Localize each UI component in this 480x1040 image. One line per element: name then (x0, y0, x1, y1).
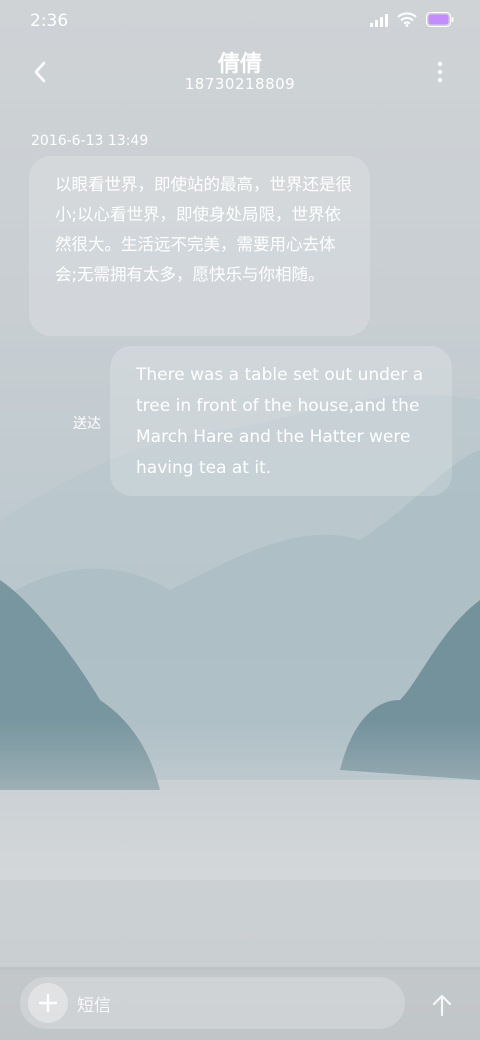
contact-phone: 18730218809 (184, 75, 296, 93)
contact-name: 倩倩 (217, 52, 262, 77)
status-time: 2:36 (30, 11, 69, 31)
signal-icon (370, 13, 388, 27)
status-icons (370, 12, 454, 27)
battery-icon (426, 12, 454, 27)
wifi-icon (397, 12, 417, 27)
message-input-container[interactable]: 短信 (20, 977, 405, 1029)
outgoing-message-bubble[interactable]: There was a table set out under a tree i… (110, 346, 452, 496)
message-timestamp: 2016-6-13 13:49 (31, 133, 149, 149)
outgoing-message-text: There was a table set out under a tree i… (136, 365, 424, 478)
incoming-message-text: 以眼看世界，即使站的最高，世界还是很小;以心看世界，即使身处局限，世界依然很大。… (55, 175, 352, 284)
plus-icon (39, 994, 57, 1012)
sent-status: 送达 (73, 416, 101, 432)
message-input[interactable]: 短信 (77, 991, 111, 1016)
add-attachment-button[interactable] (28, 983, 68, 1023)
arrow-up-icon (432, 994, 452, 1016)
incoming-message-bubble[interactable]: 以眼看世界，即使站的最高，世界还是很小;以心看世界，即使身处局限，世界依然很大。… (29, 156, 370, 336)
more-vertical-icon (437, 61, 443, 83)
status-bar: 2:36 (0, 0, 480, 42)
more-options-button[interactable] (422, 54, 458, 90)
send-button[interactable] (424, 987, 460, 1023)
composer-bar: 短信 (0, 967, 480, 1040)
conversation-header: 倩倩 18730218809 (0, 42, 480, 112)
